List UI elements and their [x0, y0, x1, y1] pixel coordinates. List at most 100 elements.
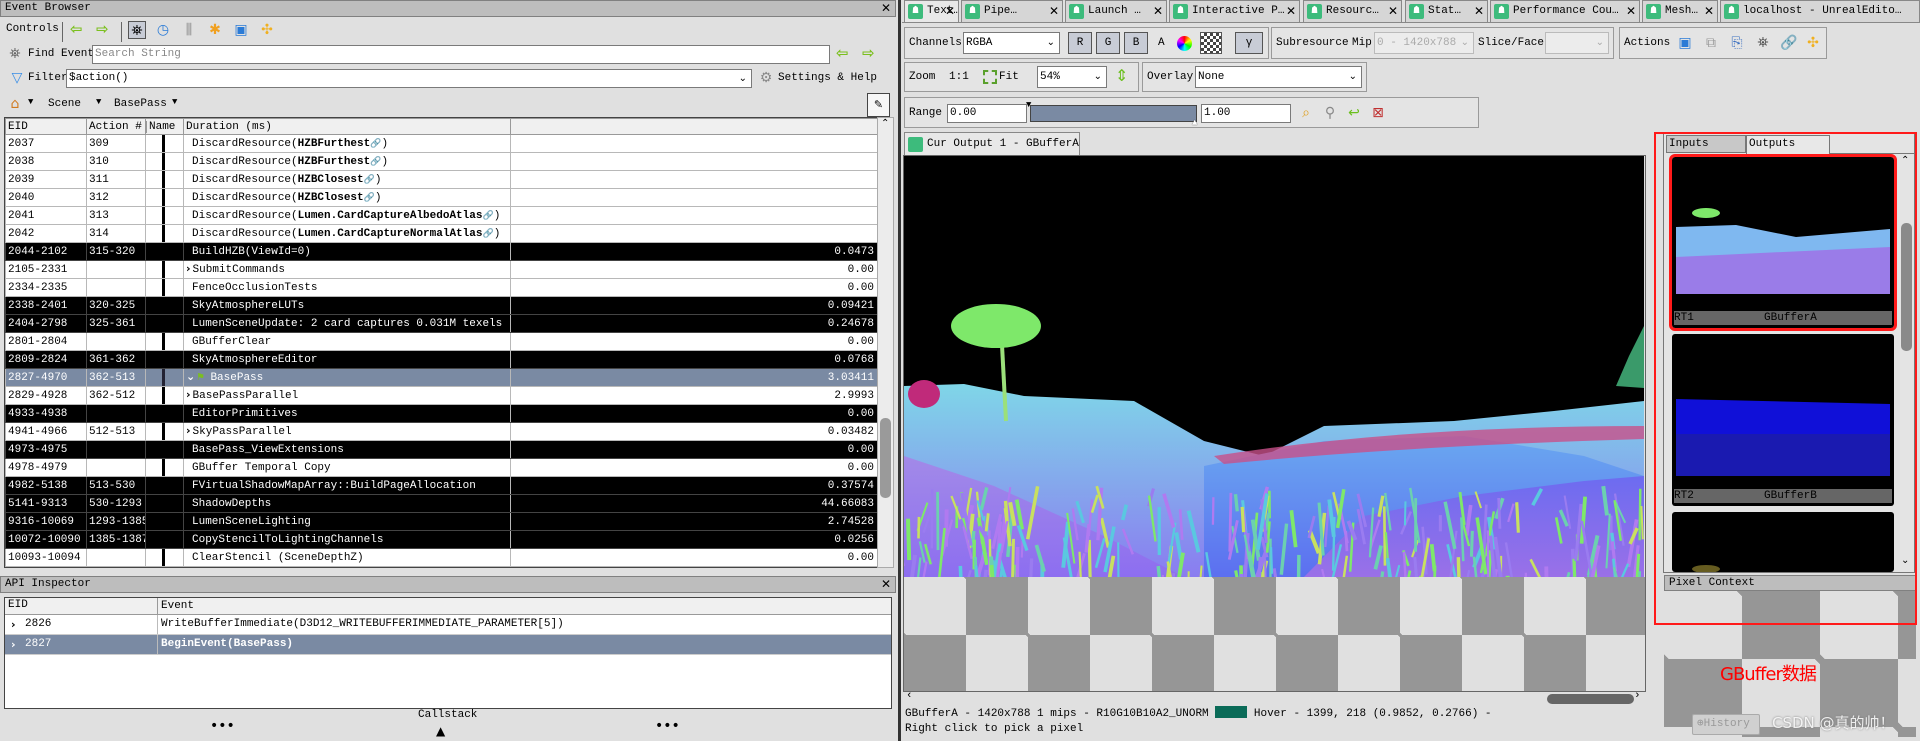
- chevron-right-icon[interactable]: ›: [11, 635, 16, 654]
- resource-name[interactable]: HZBFurthest: [298, 156, 371, 168]
- tab-6[interactable]: ☗ Stat… ✕: [1405, 0, 1488, 22]
- table-row[interactable]: 2037 309 DiscardResource(HZBFurthest🔗): [5, 134, 877, 153]
- resource-name[interactable]: Lumen.CardCaptureAlbedoAtlas: [298, 210, 483, 222]
- save-icon[interactable]: ▣: [1676, 34, 1694, 52]
- puzzle-icon[interactable]: ✣: [258, 21, 276, 39]
- checkerboard-icon[interactable]: [1200, 32, 1222, 54]
- chevron-down-icon[interactable]: ⌄: [186, 370, 195, 383]
- home-icon[interactable]: ⌂: [6, 95, 24, 113]
- link-icon[interactable]: 🔗: [1780, 34, 1798, 52]
- mip-select[interactable]: 0 - 1420x788 ⌄: [1374, 32, 1474, 54]
- scroll-right-icon[interactable]: ›: [1634, 690, 1641, 702]
- fit-button[interactable]: Fit: [999, 67, 1019, 87]
- find-next-icon[interactable]: ⇨: [862, 44, 875, 62]
- zoom-1to1-button[interactable]: 1:1: [949, 67, 969, 87]
- range-min-handle[interactable]: ▼: [1026, 100, 1031, 110]
- range-slider[interactable]: [1030, 105, 1197, 122]
- resource-name[interactable]: HZBClosest: [298, 174, 364, 186]
- table-row[interactable]: 10093-10094 ClearStencil (SceneDepthZ) 0.0…: [5, 548, 877, 567]
- table-row[interactable]: 2404-2798 325-361 LumenSceneUpdate: 2 card…: [5, 314, 877, 333]
- column-header-tree[interactable]: Name: [145, 118, 184, 135]
- tab-8[interactable]: ☗ Mesh… ✕: [1642, 0, 1718, 22]
- chevron-down-icon[interactable]: ⌄: [739, 70, 747, 87]
- chevron-right-icon[interactable]: ›: [11, 615, 16, 634]
- color-wheel-icon[interactable]: [1177, 36, 1192, 51]
- link-icon[interactable]: 🔗: [364, 193, 375, 203]
- clock-icon[interactable]: ◷: [154, 21, 172, 39]
- channel-a-toggle[interactable]: A: [1158, 33, 1165, 53]
- scrollbar-thumb[interactable]: [1547, 694, 1634, 704]
- splitter[interactable]: [898, 0, 901, 741]
- close-icon[interactable]: ✕: [945, 1, 955, 21]
- close-icon[interactable]: ✕: [881, 577, 891, 592]
- link-icon[interactable]: 🔗: [370, 139, 381, 149]
- link-icon[interactable]: 🔗: [370, 157, 381, 167]
- channel-r-button[interactable]: R: [1068, 32, 1092, 54]
- table-row[interactable]: 2827-4970 362-513 ⌄ ⚑ BasePass 3.03411: [5, 368, 877, 387]
- more-dots-icon[interactable]: •••: [655, 718, 680, 734]
- table-row[interactable]: 2040 312 DiscardResource(HZBClosest🔗): [5, 188, 877, 207]
- tab-2[interactable]: ☗ Pipe… ✕: [961, 0, 1063, 22]
- zoom-range-icon[interactable]: ⌕: [1297, 104, 1315, 122]
- link-icon[interactable]: 🔗: [364, 175, 375, 185]
- dropdown-arrow-icon[interactable]: ▼: [28, 97, 33, 107]
- zoom-select[interactable]: 54% ⌄: [1037, 66, 1107, 88]
- tab-1[interactable]: ☗ Text… ✕: [904, 0, 959, 22]
- close-icon[interactable]: ✕: [1049, 1, 1059, 21]
- close-icon[interactable]: ✕: [1153, 1, 1163, 21]
- channels-select[interactable]: RGBA ⌄: [963, 32, 1060, 54]
- table-row[interactable]: 2038 310 DiscardResource(HZBFurthest🔗): [5, 152, 877, 171]
- gear-icon[interactable]: ⚙: [757, 69, 775, 87]
- link-icon[interactable]: 🔗: [482, 211, 493, 221]
- chevron-right-icon[interactable]: ›: [186, 424, 191, 437]
- column-header-action[interactable]: Action #: [86, 118, 146, 135]
- close-icon[interactable]: ✕: [1388, 1, 1398, 21]
- table-row[interactable]: 4973-4975 BasePass_ViewExtensions 0.00: [5, 440, 877, 459]
- binoculars-icon[interactable]: ⛯: [128, 21, 146, 39]
- table-row[interactable]: 2042 314 DiscardResource(Lumen.CardCapture…: [5, 224, 877, 243]
- api-row[interactable]: › 2826 WriteBufferImmediate(D3D12_WRITEBUF…: [5, 615, 891, 635]
- column-header-duration[interactable]: Duration (ms): [183, 118, 511, 135]
- expand-up-icon[interactable]: ▲: [436, 724, 445, 738]
- more-dots-icon[interactable]: •••: [210, 718, 235, 734]
- column-header-eid[interactable]: EID: [8, 599, 28, 611]
- flip-vertical-icon[interactable]: ⇕: [1115, 66, 1128, 85]
- range-min-input[interactable]: 0.00: [947, 104, 1027, 123]
- dropdown-arrow-icon[interactable]: ▼: [96, 97, 101, 107]
- chevron-right-icon[interactable]: ›: [186, 388, 191, 401]
- reset-range-icon[interactable]: ↩: [1345, 104, 1363, 122]
- close-icon[interactable]: ✕: [881, 1, 891, 16]
- column-header-eid[interactable]: EID: [5, 118, 87, 135]
- table-row[interactable]: 4982-5138 513-530 FVirtualShadowMapArray::…: [5, 476, 877, 495]
- back-arrow-icon[interactable]: ⇦: [70, 20, 83, 38]
- range-max-input[interactable]: 1.00: [1201, 104, 1291, 123]
- event-table-scrollbar[interactable]: ⌃: [877, 117, 894, 568]
- gbuffer-a-image[interactable]: [904, 156, 1644, 577]
- export-icon[interactable]: ⎘: [1728, 34, 1746, 52]
- table-row[interactable]: 5141-9313 530-1293 ShadowDepths 44.66083: [5, 494, 877, 513]
- tab-4[interactable]: ☗ Interactive P… ✕: [1169, 0, 1300, 22]
- table-row[interactable]: 4978-4979 GBuffer Temporal Copy 0.00: [5, 458, 877, 477]
- puzzle-icon[interactable]: ✣: [1804, 34, 1822, 52]
- table-row[interactable]: 4941-4966 512-513 › SkyPassParallel 0.03482: [5, 422, 877, 441]
- table-row[interactable]: 2334-2335 FenceOcclusionTests 0.00: [5, 278, 877, 297]
- save-icon[interactable]: ▣: [232, 21, 250, 39]
- breadcrumb-item[interactable]: BasePass: [114, 98, 167, 110]
- chevron-right-icon[interactable]: ›: [186, 262, 191, 275]
- resource-name[interactable]: Lumen.CardCaptureNormalAtlas: [298, 228, 483, 240]
- api-row[interactable]: › 2827 BeginEvent(BasePass): [5, 635, 891, 655]
- tab-7[interactable]: ☗ Performance Cou… ✕: [1490, 0, 1640, 22]
- table-row[interactable]: 2338-2401 320-325 SkyAtmosphereLUTs 0.09421: [5, 296, 877, 315]
- link-icon[interactable]: 🔗: [482, 229, 493, 239]
- settings-help-button[interactable]: Settings & Help: [778, 72, 877, 84]
- fit-icon[interactable]: [983, 70, 997, 84]
- copy-icon[interactable]: ⧉: [1702, 34, 1720, 52]
- breadcrumb-item[interactable]: Scene: [48, 98, 81, 110]
- find-prev-icon[interactable]: ⇦: [836, 44, 849, 62]
- tab-3[interactable]: ☗ Launch … ✕: [1065, 0, 1167, 22]
- range-max-handle[interactable]: ▲: [1192, 118, 1197, 128]
- cur-output-tab[interactable]: Cur Output 1 - GBufferA: [904, 132, 1080, 156]
- tab-9[interactable]: ☗ localhost - UnrealEdito…: [1720, 0, 1920, 22]
- scrollbar-thumb[interactable]: [880, 418, 891, 498]
- binoculars-icon[interactable]: ⛯: [1754, 34, 1772, 52]
